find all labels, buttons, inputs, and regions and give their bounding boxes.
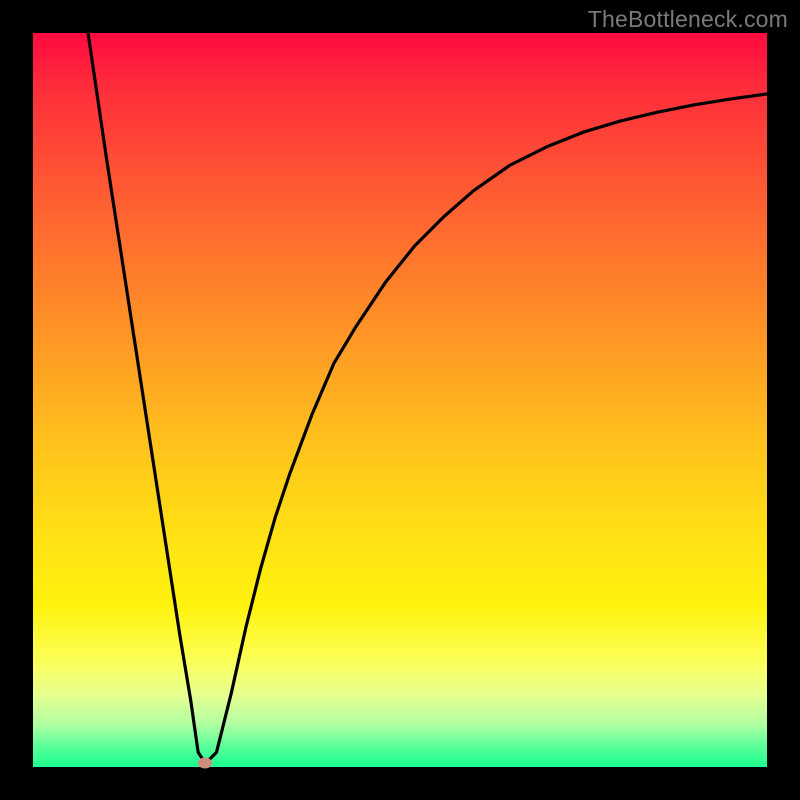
watermark-text: TheBottleneck.com (588, 6, 788, 33)
bottleneck-curve (33, 33, 767, 767)
chart-frame: TheBottleneck.com (0, 0, 800, 800)
min-marker (198, 758, 212, 769)
plot-area (33, 33, 767, 767)
